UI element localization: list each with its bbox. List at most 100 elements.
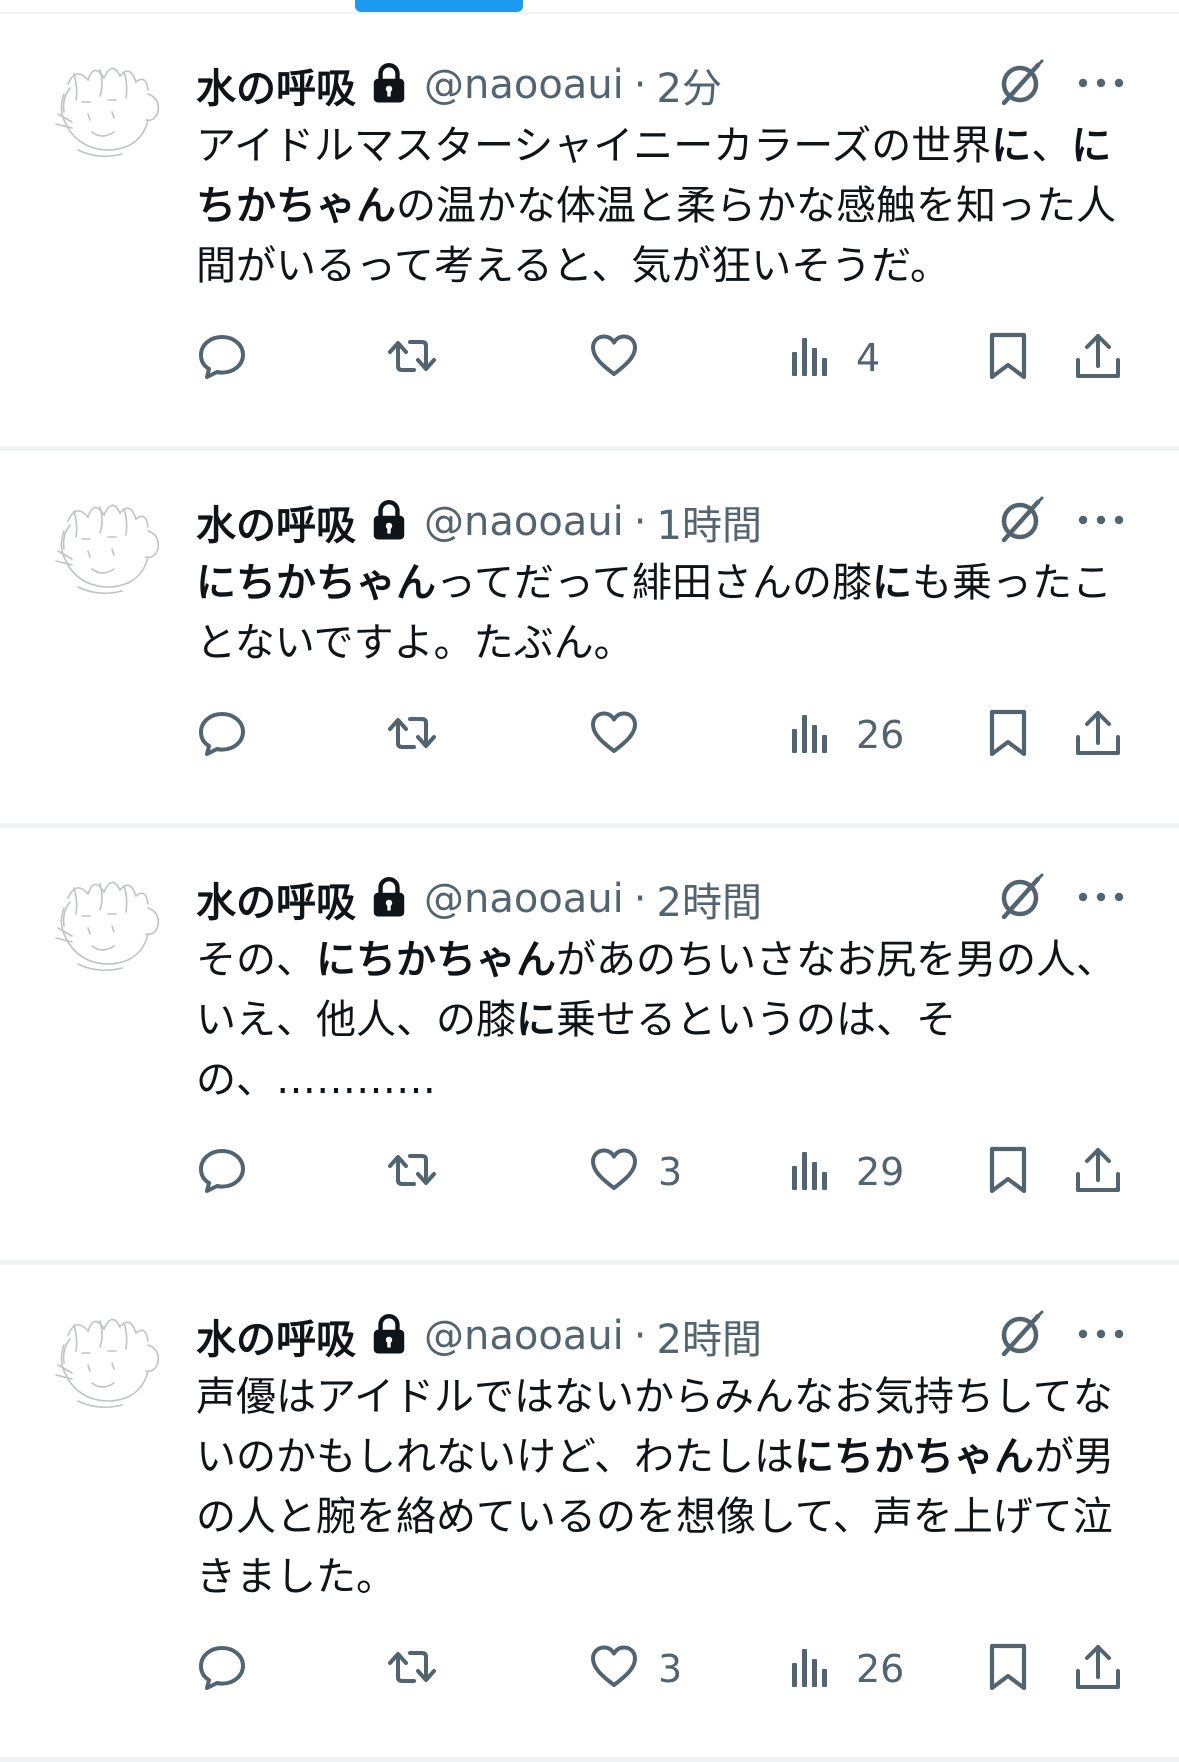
heart-icon [588, 707, 640, 763]
share-button[interactable] [1072, 1641, 1124, 1697]
bookmark-icon [982, 1144, 1034, 1200]
views-icon [786, 330, 838, 386]
display-name[interactable]: 水の呼吸 [196, 493, 356, 551]
heart-icon [588, 1144, 640, 1200]
share-icon [1072, 330, 1124, 386]
separator-dot: · [633, 876, 647, 922]
grok-icon[interactable] [994, 494, 1046, 550]
more-options-icon[interactable] [1076, 512, 1126, 532]
handle[interactable]: @naooaui [424, 62, 624, 108]
separator-dot: · [633, 499, 647, 545]
text-segment: アイドルマスターシャイニーカラーズの世界 [196, 123, 992, 169]
bookmark-button[interactable] [982, 330, 1034, 386]
heart-icon [588, 330, 640, 386]
header-actions [994, 494, 1126, 550]
tweet-actions: 3 29 [196, 1110, 1126, 1260]
reply-button[interactable] [196, 330, 266, 386]
like-button[interactable]: 3 [588, 1641, 682, 1697]
display-name[interactable]: 水の呼吸 [196, 870, 356, 928]
tweet-feed: 水の呼吸 @naooaui · 2分 アイドルマスターシャイニーカラーズの世界に… [0, 14, 1179, 1762]
share-button[interactable] [1072, 330, 1124, 386]
timestamp[interactable]: 2分 [657, 56, 722, 114]
text-segment: 、 [1031, 123, 1072, 169]
tweet-actions: 4 [196, 296, 1126, 446]
bookmark-button[interactable] [982, 707, 1034, 763]
avatar[interactable] [48, 1305, 174, 1415]
display-name[interactable]: 水の呼吸 [196, 56, 356, 114]
display-name[interactable]: 水の呼吸 [196, 1307, 356, 1365]
reply-icon [196, 1144, 248, 1200]
tweet[interactable]: 水の呼吸 @naooaui · 2時間 [0, 1265, 1179, 1762]
avatar[interactable] [48, 54, 174, 164]
reply-button[interactable] [196, 1641, 266, 1697]
views-count: 29 [856, 1150, 905, 1194]
views-icon [786, 707, 838, 763]
separator-dot: · [633, 1313, 647, 1359]
tweet-header: 水の呼吸 @naooaui · 2分 [196, 54, 1126, 116]
like-button[interactable]: 3 [588, 1144, 682, 1200]
grok-icon[interactable] [994, 57, 1046, 113]
views-icon [786, 1641, 838, 1697]
active-tab-indicator [355, 0, 523, 12]
reply-icon [196, 330, 248, 386]
handle[interactable]: @naooaui [424, 499, 624, 545]
bookmark-icon [982, 1641, 1034, 1697]
bookmark-icon [982, 707, 1034, 763]
grok-icon[interactable] [994, 1308, 1046, 1364]
tweet-body: 水の呼吸 @naooaui · 1時間 にちかちゃんってだって緋田さんの膝にも乗… [196, 451, 1126, 823]
lock-icon [356, 1312, 424, 1360]
share-button[interactable] [1072, 1144, 1124, 1200]
lock-icon [356, 875, 424, 923]
like-button[interactable] [588, 330, 658, 386]
grok-icon[interactable] [994, 871, 1046, 927]
retweet-button[interactable] [386, 1144, 456, 1200]
retweet-icon [386, 1144, 438, 1200]
timestamp[interactable]: 1時間 [657, 493, 762, 551]
views-button[interactable]: 4 [786, 330, 880, 386]
retweet-button[interactable] [386, 1641, 456, 1697]
avatar[interactable] [48, 491, 174, 601]
handle[interactable]: @naooaui [424, 1313, 624, 1359]
more-options-icon[interactable] [1076, 889, 1126, 909]
handle[interactable]: @naooaui [424, 876, 624, 922]
header-actions [994, 57, 1126, 113]
text-segment: ってだって緋田さんの膝 [436, 560, 872, 606]
header-actions [994, 871, 1126, 927]
text-segment: その、 [196, 937, 316, 983]
tweet-text: その、にちかちゃんがあのちいさなお尻を男の人、いえ、他人、の膝に乗せるというのは… [196, 930, 1126, 1110]
tweet-body: 水の呼吸 @naooaui · 2分 アイドルマスターシャイニーカラーズの世界に… [196, 14, 1126, 446]
reply-button[interactable] [196, 1144, 266, 1200]
bookmark-button[interactable] [982, 1641, 1034, 1697]
more-options-icon[interactable] [1076, 1326, 1126, 1346]
tweet[interactable]: 水の呼吸 @naooaui · 1時間 にちかちゃんってだって緋田さんの膝にも乗… [0, 451, 1179, 828]
tweet[interactable]: 水の呼吸 @naooaui · 2時間 [0, 828, 1179, 1265]
bookmark-icon [982, 330, 1034, 386]
tweet-actions: 3 26 [196, 1607, 1126, 1757]
tweet[interactable]: 水の呼吸 @naooaui · 2分 アイドルマスターシャイニーカラーズの世界に… [0, 14, 1179, 451]
like-button[interactable] [588, 707, 658, 763]
views-button[interactable]: 26 [786, 1641, 904, 1697]
highlighted-keyword: に [516, 997, 556, 1043]
bookmark-button[interactable] [982, 1144, 1034, 1200]
like-count: 3 [658, 1150, 683, 1194]
tweet-actions: 26 [196, 673, 1126, 823]
retweet-button[interactable] [386, 330, 456, 386]
views-count: 4 [856, 336, 881, 380]
timestamp[interactable]: 2時間 [657, 870, 762, 928]
retweet-icon [386, 330, 438, 386]
tweet-header: 水の呼吸 @naooaui · 1時間 [196, 491, 1126, 553]
reply-icon [196, 1641, 248, 1697]
retweet-icon [386, 707, 438, 763]
tweet-text: 声優はアイドルではないからみんなお気持ちしてないのかもしれないけど、わたしはにち… [196, 1367, 1126, 1607]
retweet-button[interactable] [386, 707, 456, 763]
reply-button[interactable] [196, 707, 266, 763]
more-options-icon[interactable] [1076, 75, 1126, 95]
timestamp[interactable]: 2時間 [657, 1307, 762, 1365]
highlighted-keyword: にちかちゃん [316, 937, 556, 983]
views-button[interactable]: 26 [786, 707, 904, 763]
views-button[interactable]: 29 [786, 1144, 904, 1200]
avatar[interactable] [48, 868, 174, 978]
lock-icon [356, 61, 424, 109]
share-button[interactable] [1072, 707, 1124, 763]
tweet-text: アイドルマスターシャイニーカラーズの世界に、にちかちゃんの温かな体温と柔らかな感… [196, 116, 1126, 296]
